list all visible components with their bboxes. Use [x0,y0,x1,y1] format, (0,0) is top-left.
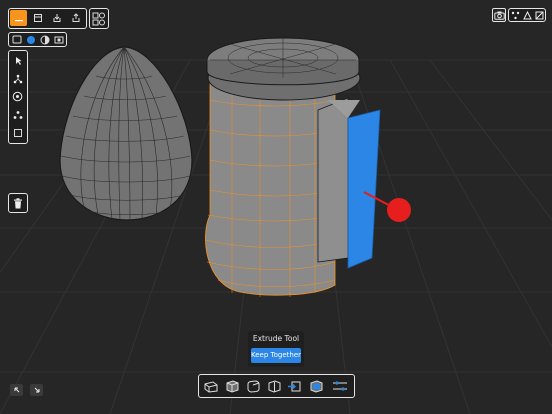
import-icon [53,14,60,22]
cube-tool-icon [226,380,238,393]
camera-view-icon [54,36,63,44]
hide-icon [535,11,544,19]
import-button[interactable] [48,10,65,26]
modeling-tools-toolbar [198,374,355,398]
extrude-tool-button[interactable] [285,377,304,395]
selection-toolbar [8,50,28,144]
rotate-select-icon [12,91,23,102]
shapes-library-icon [92,12,105,25]
vertex-select-button[interactable] [10,71,25,86]
undo-icon [14,387,19,393]
wireframe-icon [12,35,21,44]
select-arrow-icon [15,56,21,65]
screenshot-button[interactable] [492,8,506,22]
sliders-icon [332,381,347,391]
wireframe-mode-button[interactable] [10,34,23,45]
rounded-cube-tool-button[interactable] [243,377,262,395]
shaded-icon [26,35,35,44]
tool-settings-button[interactable] [329,377,350,395]
bevel-tool-icon [204,381,217,393]
export-icon [72,13,79,22]
select-arrow-button[interactable] [10,53,25,68]
screenshot-camera-icon [493,11,505,20]
save-icon [33,14,42,22]
save-button[interactable] [29,10,46,26]
mug-mesh[interactable] [204,37,381,297]
group-select-button[interactable] [10,107,25,122]
triangle-mode-button[interactable] [522,10,533,20]
menu-icon [14,20,23,22]
loop-cut-tool-icon [268,380,280,393]
vertex-select-icon [13,74,22,83]
vertices-mode-icon [511,11,520,19]
display-toggles [508,8,546,22]
file-toolbar [8,8,87,29]
view-mode-toolbar [8,32,67,47]
xray-mode-button[interactable] [38,34,51,45]
shaded-mode-button[interactable] [24,34,37,45]
camera-view-button[interactable] [52,34,65,45]
menu-button[interactable] [10,10,27,26]
rotate-select-button[interactable] [10,89,25,104]
loop-cut-tool-button[interactable] [264,377,283,395]
box-select-button[interactable] [10,125,25,140]
group-select-icon [13,110,22,119]
redo-icon [34,387,39,393]
extrude-tool-icon [287,381,300,392]
undo-button[interactable] [10,384,23,396]
cube-tool-button[interactable] [222,377,241,395]
xray-icon [40,35,49,44]
inset-tool-icon [310,380,322,393]
export-button[interactable] [67,10,84,26]
inset-tool-button[interactable] [306,377,325,395]
hide-button[interactable] [534,10,545,20]
redo-button[interactable] [30,384,43,396]
tool-tooltip: Extrude Tool Keep Together [248,331,304,367]
triangle-mode-icon [523,10,532,19]
tooltip-title: Extrude Tool [252,334,300,343]
rounded-cube-tool-icon [247,380,259,393]
keep-together-button[interactable]: Keep Together [251,348,301,363]
bevel-tool-button[interactable] [201,377,220,395]
delete-button[interactable] [8,193,28,213]
vertices-mode-button[interactable] [510,10,521,20]
box-select-icon [13,128,22,137]
shapes-library-button[interactable] [89,8,109,29]
trash-icon [14,197,22,208]
